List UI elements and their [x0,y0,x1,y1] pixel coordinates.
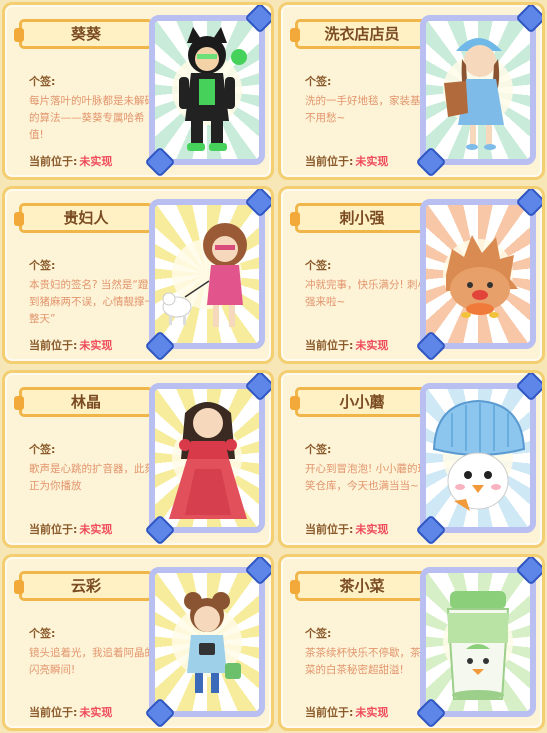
location-label: 当前位于: [29,155,78,168]
signature-text: 本贵妇的签名? 当然是“蹬到猪麻两不误，心情靓撑一整天” [29,279,155,325]
location-value: 未实现 [355,339,389,352]
signature-text: 开心到冒泡泡! 小小蘑的玩笑仓库，今天也满当当~ [305,463,429,492]
character-card[interactable]: 云彩 个签: 镜头追着光，我追着阿晶的闪亮瞬间! 当前位于: 未实现 [2,554,274,731]
character-card[interactable]: 葵葵 个签: 每片落叶的叶脉都是未解码的算法——葵葵专属哈希值! 当前位于: 未实… [2,2,274,180]
location-line: 当前位于: 未实现 [305,704,388,720]
signature-text: 冲就完事，快乐满分! 刺小强来啦~ [305,279,429,308]
hedgehog-figure [446,235,518,318]
signature-label: 个签: [29,443,56,456]
location-line: 当前位于: 未实现 [29,704,112,720]
linjing-figure [169,402,247,519]
signature-label: 个签: [29,627,56,640]
character-portrait [420,199,536,349]
character-card[interactable]: 刺小强 个签: 冲就完事，快乐满分! 刺小强来啦~ 当前位于: 未实现 [278,186,545,364]
location-line: 当前位于: 未实现 [29,521,112,537]
character-portrait [149,199,265,349]
laundry-clerk-figure [444,38,504,150]
character-card[interactable]: 洗衣店店员 个签: 洗的一手好地毯，家装基调不用愁~ 当前位于: 未实现 [278,2,545,180]
location-value: 未实现 [79,339,113,352]
character-portrait [149,567,265,717]
location-label: 当前位于: [29,523,78,536]
location-label: 当前位于: [305,706,354,719]
location-line: 当前位于: 未实现 [29,337,112,353]
signature-text: 镜头追着光，我追着阿晶的闪亮瞬间! [29,647,155,676]
signature-label: 个签: [305,443,332,456]
location-value: 未实现 [355,523,389,536]
character-name: 刺小强 [290,203,434,233]
signature-text: 每片落叶的叶脉都是未解码的算法——葵葵专属哈希值! [29,95,155,141]
tea-cup-figure [446,591,510,700]
character-name: 葵葵 [14,19,158,49]
signature-label: 个签: [29,75,56,88]
character-card[interactable]: 小小蘑 个签: 开心到冒泡泡! 小小蘑的玩笑仓库，今天也满当当~ 当前位于: 未实… [278,370,545,548]
location-line: 当前位于: 未实现 [305,337,388,353]
location-value: 未实现 [79,155,113,168]
signature-label: 个签: [305,75,332,88]
location-label: 当前位于: [29,706,78,719]
location-label: 当前位于: [29,339,78,352]
character-card[interactable]: 茶小菜 个签: 茶茶续杯快乐不停歇，茶小菜的白茶秘密超甜溢! 当前位于: 未实现 [278,554,545,731]
location-line: 当前位于: 未实现 [29,153,112,169]
signature-text: 歌声是心跳的扩音器，此刻正为你播放 [29,463,155,492]
character-name: 云彩 [14,571,158,601]
character-name: 小小蘑 [290,387,434,417]
location-value: 未实现 [79,706,113,719]
character-card[interactable]: 贵妇人 个签: 本贵妇的签名? 当然是“蹬到猪麻两不误，心情靓撑一整天” 当前位… [2,186,274,364]
character-name: 贵妇人 [14,203,158,233]
character-name: 林晶 [14,387,158,417]
location-label: 当前位于: [305,339,354,352]
signature-label: 个签: [305,259,332,272]
location-line: 当前位于: 未实现 [305,153,388,169]
location-label: 当前位于: [305,523,354,536]
noble-lady-figure [162,223,247,327]
character-portrait [420,383,536,533]
character-portrait [149,383,265,533]
signature-text: 茶茶续杯快乐不停歇，茶小菜的白茶秘密超甜溢! [305,647,431,676]
location-label: 当前位于: [305,155,354,168]
character-portrait [420,15,536,165]
character-card[interactable]: 林晶 个签: 歌声是心跳的扩音器，此刻正为你播放 当前位于: 未实现 [2,370,274,548]
location-line: 当前位于: 未实现 [305,521,388,537]
character-name: 洗衣店店员 [290,19,434,49]
mushroom-figure [432,399,526,511]
character-name: 茶小菜 [290,571,434,601]
location-value: 未实现 [355,155,389,168]
location-value: 未实现 [355,706,389,719]
signature-label: 个签: [305,627,332,640]
character-portrait [420,567,536,717]
location-value: 未实现 [79,523,113,536]
kuikui-figure [179,27,247,151]
yuncai-figure [184,592,241,693]
signature-text: 洗的一手好地毯，家装基调不用愁~ [305,95,431,124]
character-portrait [149,15,265,165]
signature-label: 个签: [29,259,56,272]
